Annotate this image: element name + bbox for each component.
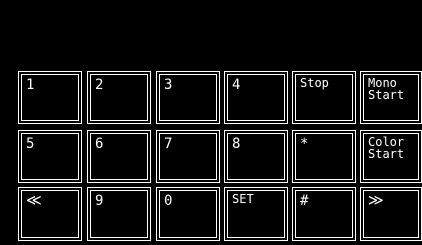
- key-2-label: 2: [95, 77, 104, 93]
- key-8-label: 8: [232, 136, 241, 152]
- mono-start-button-label: Mono Start: [368, 76, 405, 102]
- hash-key[interactable]: #: [292, 187, 356, 241]
- key-7-label: 7: [164, 136, 173, 152]
- key-0[interactable]: 0: [156, 187, 220, 241]
- previous-button[interactable]: ≪: [18, 187, 82, 241]
- stop-button[interactable]: Stop: [292, 71, 356, 124]
- key-1-label: 1: [26, 77, 35, 93]
- key-5-label: 5: [26, 136, 35, 152]
- key-8[interactable]: 8: [224, 130, 288, 183]
- key-0-label: 0: [164, 193, 173, 209]
- key-6-label: 6: [95, 136, 104, 152]
- display-area: [0, 0, 422, 70]
- keypad: 1 2 3 4 Stop Mono Start 5 6 7 8 * Color …: [18, 71, 422, 243]
- mono-start-button[interactable]: Mono Start: [360, 71, 422, 124]
- key-4[interactable]: 4: [224, 71, 288, 124]
- key-1[interactable]: 1: [18, 71, 82, 124]
- key-4-label: 4: [232, 77, 241, 93]
- key-9[interactable]: 9: [87, 187, 151, 241]
- star-key-label: *: [300, 136, 309, 152]
- key-5[interactable]: 5: [18, 130, 82, 183]
- set-button[interactable]: SET: [224, 187, 288, 241]
- next-button[interactable]: ≫: [360, 187, 422, 241]
- double-right-arrow-icon: ≫: [368, 191, 384, 209]
- color-start-button[interactable]: Color Start: [360, 130, 422, 183]
- key-6[interactable]: 6: [87, 130, 151, 183]
- key-3-label: 3: [164, 77, 173, 93]
- stop-button-label: Stop: [300, 76, 329, 90]
- color-start-button-label: Color Start: [368, 135, 405, 161]
- key-2[interactable]: 2: [87, 71, 151, 124]
- key-9-label: 9: [95, 193, 104, 209]
- key-3[interactable]: 3: [156, 71, 220, 124]
- set-button-label: SET: [232, 192, 254, 206]
- double-left-arrow-icon: ≪: [26, 191, 42, 209]
- hash-key-label: #: [300, 193, 309, 209]
- key-7[interactable]: 7: [156, 130, 220, 183]
- star-key[interactable]: *: [292, 130, 356, 183]
